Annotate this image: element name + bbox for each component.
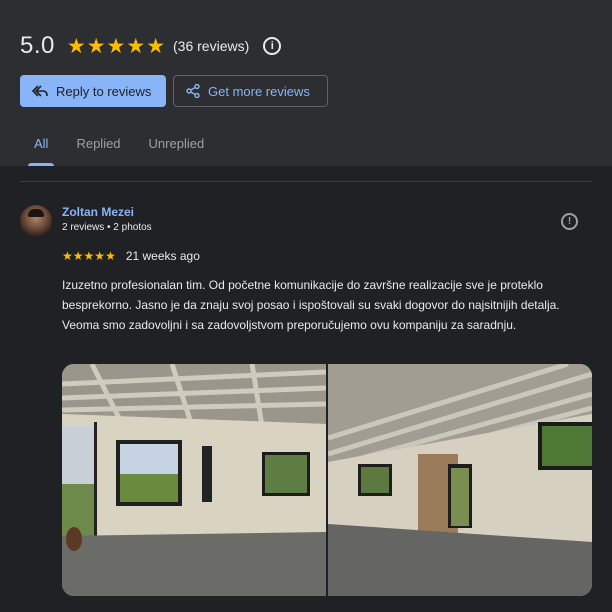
share-icon: [186, 84, 200, 98]
review-photo[interactable]: [328, 364, 592, 596]
review-count: (36 reviews): [173, 38, 250, 54]
reviews-header: 5.0 ★ ★ ★ ★ ★ (36 reviews) i Reply to re…: [0, 0, 612, 166]
review-date: 21 weeks ago: [125, 249, 200, 263]
review-stars: ★ ★ ★ ★ ★: [62, 250, 116, 262]
star-icon: ★: [94, 249, 106, 263]
get-more-reviews-label: Get more reviews: [208, 83, 310, 99]
star-icon: ★: [86, 34, 106, 58]
reviewer-name[interactable]: Zoltan Mezei: [62, 205, 134, 219]
divider: [20, 181, 592, 182]
rating-stars: ★ ★ ★ ★ ★: [67, 36, 165, 57]
star-icon: ★: [72, 249, 84, 263]
tab-unreplied[interactable]: Unreplied: [135, 126, 219, 166]
star-icon: ★: [83, 249, 95, 263]
tab-all[interactable]: All: [20, 126, 62, 166]
tab-replied[interactable]: Replied: [62, 126, 134, 166]
star-icon: ★: [105, 249, 116, 263]
review-text: Izuzetno profesionalan tim. Od početne k…: [62, 278, 560, 332]
action-buttons: Reply to reviews Get more reviews: [20, 75, 328, 107]
star-icon: ★: [106, 34, 126, 58]
reviewer-meta: 2 reviews • 2 photos: [62, 222, 152, 233]
star-icon: ★: [66, 34, 86, 58]
star-icon: ★: [146, 34, 166, 58]
reply-all-icon: [32, 85, 48, 97]
review-photo[interactable]: [62, 364, 326, 596]
review-photos: [62, 364, 592, 596]
reply-to-reviews-label: Reply to reviews: [56, 83, 152, 99]
info-icon[interactable]: i: [263, 37, 282, 55]
reply-to-reviews-button[interactable]: Reply to reviews: [20, 75, 166, 107]
star-icon: ★: [62, 249, 73, 263]
review-tabs: All Replied Unreplied: [20, 126, 218, 166]
avatar[interactable]: [20, 205, 52, 237]
star-icon: ★: [126, 34, 146, 58]
rating-value: 5.0: [20, 32, 55, 59]
rating-summary: 5.0 ★ ★ ★ ★ ★ (36 reviews) i: [20, 30, 282, 62]
review-rating-row: ★ ★ ★ ★ ★ 21 weeks ago: [62, 249, 200, 263]
get-more-reviews-button[interactable]: Get more reviews: [173, 75, 328, 107]
report-icon[interactable]: !: [561, 213, 578, 230]
